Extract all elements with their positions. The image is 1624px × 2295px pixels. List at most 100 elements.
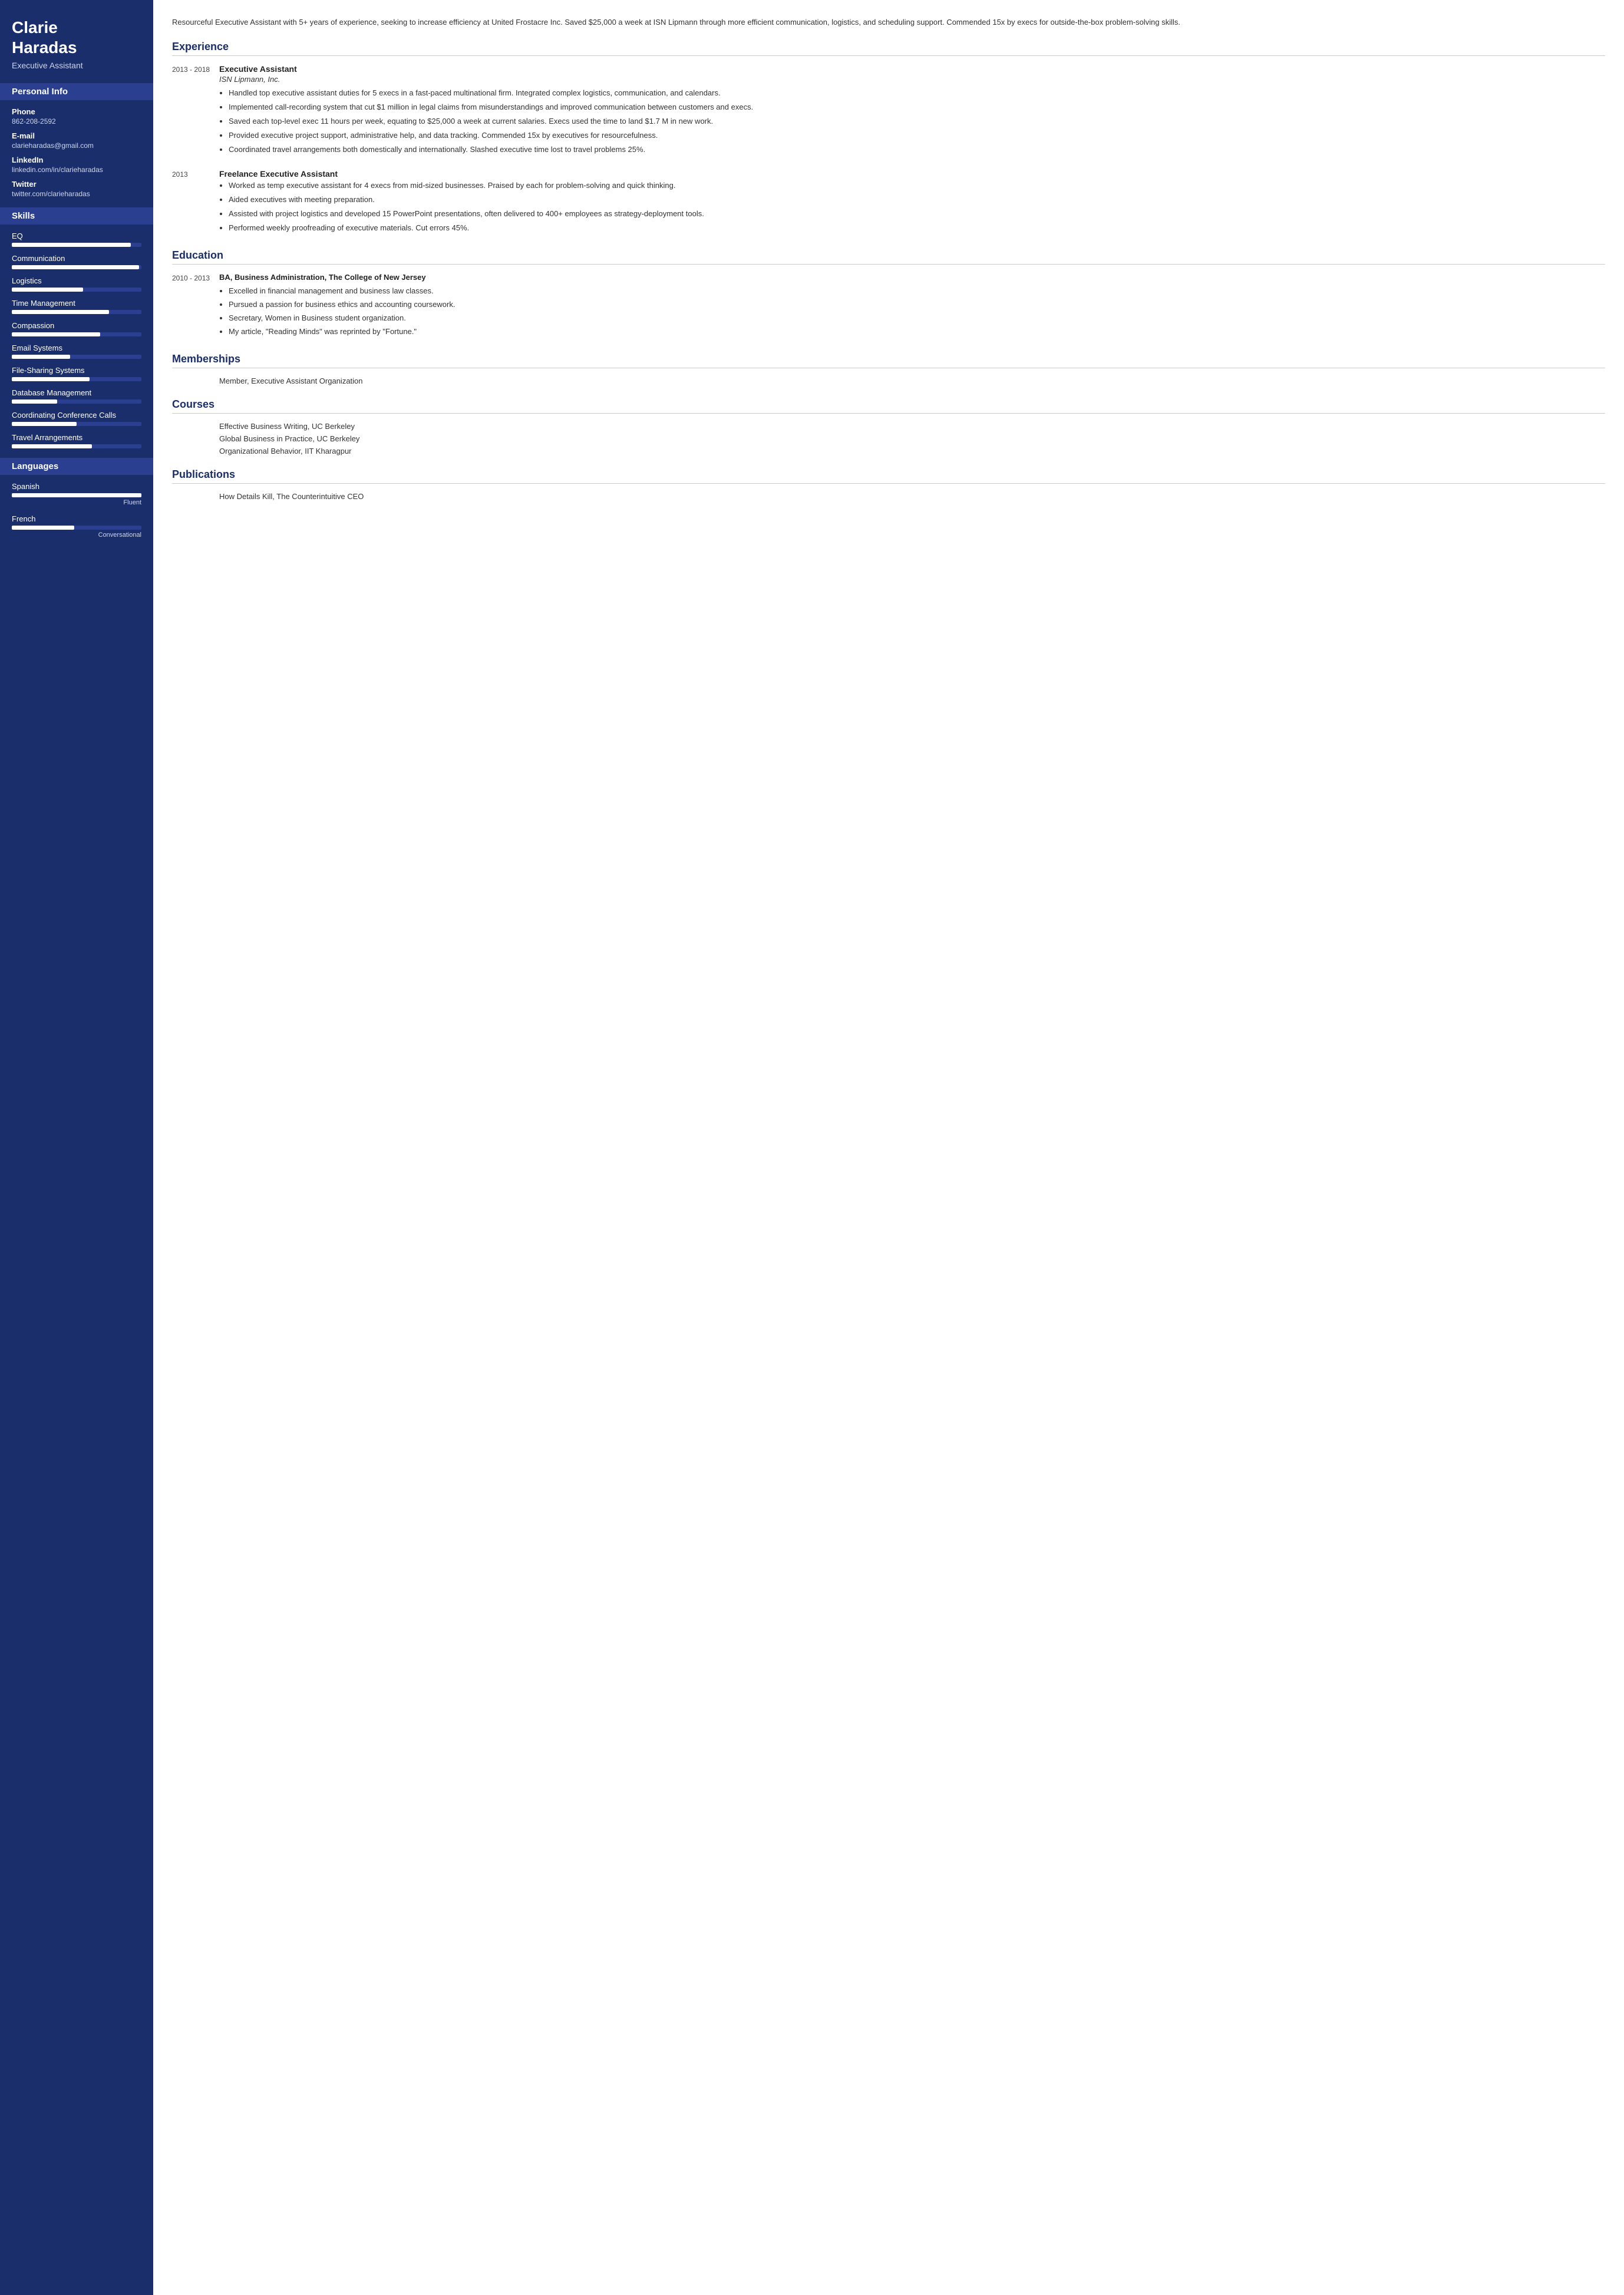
skill-name: EQ (12, 232, 141, 240)
skill-name: Time Management (12, 299, 141, 308)
contact-phone: Phone 862-208-2592 (12, 107, 141, 126)
language-name: French (12, 514, 141, 523)
publications-heading: Publications (172, 468, 1605, 484)
exp-jobtitle: Executive Assistant (219, 64, 1605, 74)
experience-heading: Experience (172, 41, 1605, 56)
skills-list: EQ Communication Logistics Time Manageme… (12, 232, 141, 448)
skill-bar-fill (12, 355, 70, 359)
skill-item: Travel Arrangements (12, 433, 141, 448)
bullet-item: Pursued a passion for business ethics an… (229, 299, 1605, 311)
language-bar-fill (12, 526, 74, 530)
exp-bullets: Handled top executive assistant duties f… (219, 87, 1605, 156)
main-content: Resourceful Executive Assistant with 5+ … (153, 0, 1624, 2295)
language-level: Conversational (12, 531, 141, 539)
skill-item: Communication (12, 254, 141, 269)
skill-item: Email Systems (12, 344, 141, 359)
name-line1: Clarie (12, 18, 58, 37)
bullet-item: Aided executives with meeting preparatio… (229, 194, 1605, 206)
skill-item: Compassion (12, 321, 141, 336)
skill-bar-bg (12, 310, 141, 314)
exp-content: Executive Assistant ISN Lipmann, Inc. Ha… (219, 64, 1605, 158)
skill-item: Coordinating Conference Calls (12, 411, 141, 426)
skill-name: Logistics (12, 276, 141, 285)
skill-name: Communication (12, 254, 141, 263)
contact-twitter: Twitter twitter.com/clarieharadas (12, 180, 141, 198)
languages-heading: Languages (0, 458, 153, 475)
skill-item: EQ (12, 232, 141, 247)
publications-list: How Details Kill, The Counterintuitive C… (172, 492, 1605, 501)
languages-list: Spanish Fluent French Conversational (12, 482, 141, 539)
exp-jobtitle: Freelance Executive Assistant (219, 169, 1605, 179)
education-list: 2010 - 2013 BA, Business Administration,… (172, 273, 1605, 340)
skill-name: File-Sharing Systems (12, 366, 141, 375)
course-item: Global Business in Practice, UC Berkeley (219, 434, 1605, 443)
contact-email: E-mail clarieharadas@gmail.com (12, 131, 141, 150)
language-name: Spanish (12, 482, 141, 491)
skill-bar-fill (12, 332, 100, 336)
courses-list: Effective Business Writing, UC BerkeleyG… (172, 422, 1605, 455)
exp-content: Freelance Executive Assistant Worked as … (219, 169, 1605, 237)
language-item: French Conversational (12, 514, 141, 539)
skill-item: File-Sharing Systems (12, 366, 141, 381)
education-entry: 2010 - 2013 BA, Business Administration,… (172, 273, 1605, 340)
membership-item: Member, Executive Assistant Organization (219, 377, 1605, 385)
skill-item: Logistics (12, 276, 141, 292)
skill-bar-bg (12, 422, 141, 426)
skill-bar-bg (12, 399, 141, 404)
memberships-list: Member, Executive Assistant Organization (172, 377, 1605, 385)
skill-bar-bg (12, 444, 141, 448)
experience-list: 2013 - 2018 Executive Assistant ISN Lipm… (172, 64, 1605, 236)
skill-name: Travel Arrangements (12, 433, 141, 442)
edu-content: BA, Business Administration, The College… (219, 273, 1605, 340)
skills-heading: Skills (0, 207, 153, 224)
language-bar-fill (12, 493, 141, 497)
courses-heading: Courses (172, 398, 1605, 414)
bullet-item: Saved each top-level exec 11 hours per w… (229, 115, 1605, 127)
bullet-item: My article, "Reading Minds" was reprinte… (229, 326, 1605, 338)
skill-bar-bg (12, 243, 141, 247)
edu-date: 2010 - 2013 (172, 273, 219, 340)
skill-bar-bg (12, 288, 141, 292)
language-level: Fluent (12, 499, 141, 506)
education-heading: Education (172, 249, 1605, 265)
skill-bar-bg (12, 265, 141, 269)
skill-item: Time Management (12, 299, 141, 314)
language-item: Spanish Fluent (12, 482, 141, 506)
skill-bar-fill (12, 288, 83, 292)
course-item: Organizational Behavior, IIT Kharagpur (219, 447, 1605, 455)
bullet-item: Handled top executive assistant duties f… (229, 87, 1605, 99)
experience-entry: 2013 - 2018 Executive Assistant ISN Lipm… (172, 64, 1605, 158)
edu-degree: BA, Business Administration, The College… (219, 273, 1605, 282)
bullet-item: Worked as temp executive assistant for 4… (229, 180, 1605, 191)
skill-bar-bg (12, 377, 141, 381)
exp-company: ISN Lipmann, Inc. (219, 75, 1605, 84)
exp-date: 2013 - 2018 (172, 64, 219, 158)
skill-name: Email Systems (12, 344, 141, 352)
skill-bar-fill (12, 399, 57, 404)
skill-name: Compassion (12, 321, 141, 330)
exp-bullets: Worked as temp executive assistant for 4… (219, 180, 1605, 235)
candidate-title: Executive Assistant (12, 61, 141, 70)
publication-item: How Details Kill, The Counterintuitive C… (219, 492, 1605, 501)
skill-bar-bg (12, 355, 141, 359)
memberships-heading: Memberships (172, 353, 1605, 368)
bullet-item: Coordinated travel arrangements both dom… (229, 144, 1605, 156)
skill-name: Database Management (12, 388, 141, 397)
bullet-item: Implemented call-recording system that c… (229, 101, 1605, 113)
skill-bar-fill (12, 310, 109, 314)
bullet-item: Assisted with project logistics and deve… (229, 208, 1605, 220)
bullet-item: Secretary, Women in Business student org… (229, 312, 1605, 324)
bullet-item: Provided executive project support, admi… (229, 130, 1605, 141)
name-line2: Haradas (12, 38, 77, 57)
skill-bar-fill (12, 265, 139, 269)
experience-section: Experience 2013 - 2018 Executive Assista… (172, 41, 1605, 236)
exp-date: 2013 (172, 169, 219, 237)
edu-bullets: Excelled in financial management and bus… (219, 285, 1605, 338)
courses-section: Courses Effective Business Writing, UC B… (172, 398, 1605, 455)
skill-bar-fill (12, 444, 92, 448)
candidate-name: Clarie Haradas (12, 18, 141, 57)
contact-linkedin: LinkedIn linkedin.com/in/clarieharadas (12, 156, 141, 174)
personal-info-heading: Personal Info (0, 83, 153, 100)
summary-text: Resourceful Executive Assistant with 5+ … (172, 16, 1605, 29)
language-bar-bg (12, 493, 141, 497)
